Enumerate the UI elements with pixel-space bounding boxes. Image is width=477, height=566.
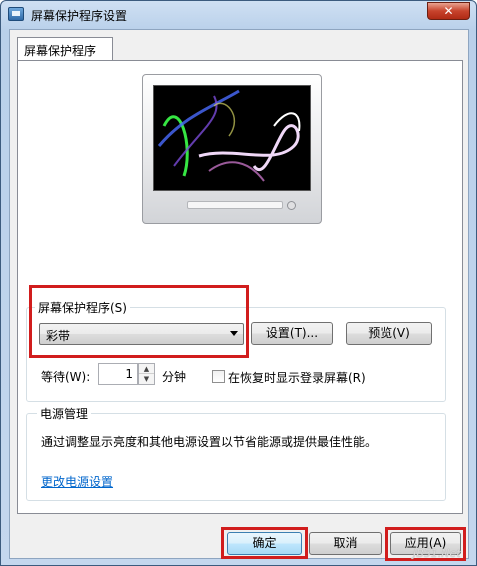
display-settings-icon — [8, 7, 24, 21]
window-title: 屏幕保护程序设置 — [31, 9, 128, 23]
wait-minutes-input[interactable]: 1 — [98, 363, 138, 385]
spin-up-icon[interactable]: ▲ — [139, 364, 154, 374]
wait-label: 等待(W): — [41, 370, 91, 384]
resume-login-label[interactable]: 在恢复时显示登录屏幕(R) — [228, 369, 366, 386]
watermark-text: JB51.Net — [413, 547, 461, 560]
monitor-preview — [142, 74, 322, 224]
highlight-box-ok — [221, 527, 308, 559]
spin-down-icon[interactable]: ▼ — [139, 374, 154, 384]
settings-button[interactable]: 设置(T)... — [251, 322, 333, 345]
cancel-button[interactable]: 取消 — [309, 532, 382, 555]
title-bar[interactable]: 屏幕保护程序设置 ✕ — [1, 1, 476, 29]
resume-login-checkbox[interactable] — [212, 370, 225, 383]
tab-screensaver[interactable]: 屏幕保护程序 — [17, 37, 113, 61]
dialog-window: 屏幕保护程序设置 ✕ 屏幕保护程序 屏幕保护程序(S) 彩带 设置(T)... — [0, 0, 477, 566]
monitor-bezel-bar — [187, 201, 283, 209]
power-description: 通过调整显示亮度和其他电源设置以节省能源或提供最佳性能。 — [41, 435, 378, 449]
change-power-settings-link[interactable]: 更改电源设置 — [41, 473, 113, 490]
ribbons-preview-image — [157, 89, 301, 182]
wait-minutes-stepper[interactable]: ▲ ▼ — [138, 363, 155, 385]
monitor-power-icon — [287, 201, 296, 210]
close-button[interactable]: ✕ — [427, 2, 470, 20]
highlight-box-screensaver — [29, 285, 249, 358]
power-group-label: 电源管理 — [37, 405, 92, 422]
preview-button[interactable]: 预览(V) — [346, 322, 432, 345]
preview-screen — [153, 85, 311, 191]
minutes-label: 分钟 — [162, 370, 187, 384]
